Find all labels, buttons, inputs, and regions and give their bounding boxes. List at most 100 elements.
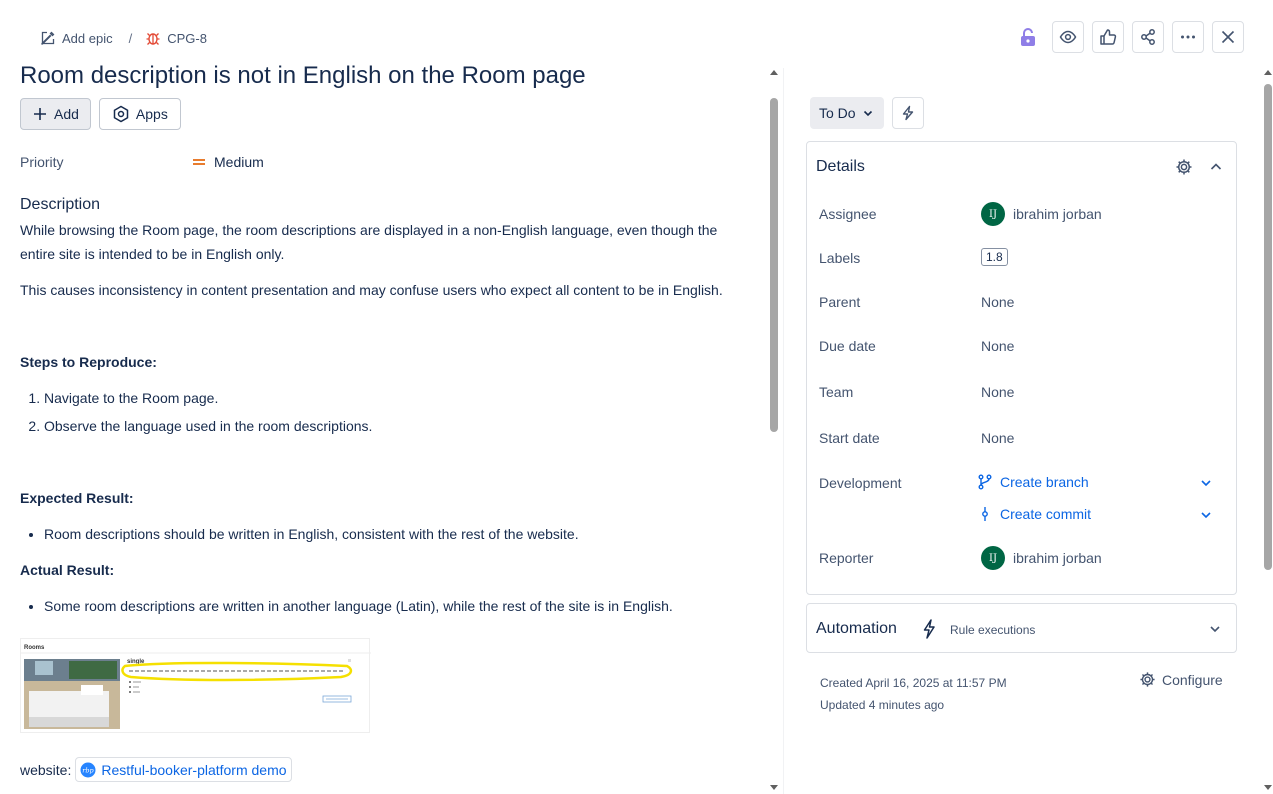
description-section[interactable]: Description While browsing the Room page… (20, 196, 740, 618)
configure-label: Configure (1162, 671, 1223, 688)
website-line: website: rbp Restful-booker-platform dem… (20, 757, 292, 782)
sidebar-scrollbar[interactable] (1262, 68, 1273, 792)
branch-chevron-down-icon[interactable] (1199, 476, 1213, 490)
scrollbar-thumb[interactable] (1264, 84, 1272, 570)
expected-heading: Expected Result: (20, 490, 134, 506)
thumbs-up-icon (1099, 28, 1117, 46)
lightning-icon (900, 105, 916, 121)
chevron-up-icon[interactable] (1207, 158, 1225, 176)
parent-label: Parent (819, 294, 861, 310)
status-value: To Do (819, 105, 856, 121)
reporter-name: ibrahim jorban (1013, 550, 1102, 566)
gear-icon (1139, 671, 1156, 688)
assignee-name: ibrahim jorban (1013, 206, 1102, 222)
created-timestamp: Created April 16, 2025 at 11:57 PM (820, 676, 1007, 690)
issue-title[interactable]: Room description is not in English on th… (20, 62, 586, 90)
scroll-up-icon[interactable] (1264, 70, 1272, 75)
commit-icon (978, 506, 992, 522)
automation-lightning-icon (921, 619, 937, 639)
actual-list: Some room descriptions are written in an… (20, 594, 740, 618)
list-item: Room descriptions should be written in E… (44, 522, 740, 546)
eye-icon (1059, 28, 1077, 46)
website-label: website: (20, 761, 72, 778)
website-link-text: Restful-booker-platform demo (101, 761, 287, 778)
apps-button[interactable]: Apps (98, 98, 181, 130)
breadcrumb: Add epic / CPG-8 (40, 28, 207, 48)
chevron-down-icon[interactable] (1207, 621, 1223, 637)
steps-list: Navigate to the Room page. Observe the l… (20, 386, 740, 438)
issue-key-link[interactable]: CPG-8 (145, 30, 207, 46)
due-date-value[interactable]: None (981, 338, 1014, 354)
configure-button[interactable]: Configure (1139, 671, 1223, 688)
share-button[interactable] (1132, 21, 1164, 53)
add-button[interactable]: Add (20, 98, 91, 130)
labels-label: Labels (819, 250, 861, 266)
add-button-label: Add (54, 106, 79, 122)
priority-field: Priority Medium (20, 154, 264, 170)
details-heading[interactable]: Details (816, 158, 865, 176)
rooms-title: Rooms (24, 645, 45, 651)
scroll-down-icon[interactable] (1264, 785, 1272, 790)
watch-button[interactable] (1052, 21, 1084, 53)
development-label: Development (819, 475, 902, 491)
due-date-label: Due date (819, 338, 876, 354)
scroll-down-icon[interactable] (770, 785, 778, 790)
avatar: IJ (981, 202, 1005, 226)
issue-meta: Created April 16, 2025 at 11:57 PM Updat… (820, 672, 1007, 716)
priority-medium-icon (192, 155, 206, 169)
website-smart-link[interactable]: rbp Restful-booker-platform demo (75, 757, 292, 782)
room-photo (24, 659, 120, 729)
description-heading: Description (20, 196, 101, 213)
start-date-label: Start date (819, 430, 880, 446)
description-paragraph-1: While browsing the Room page, the room d… (20, 222, 718, 262)
attachment-image[interactable]: Rooms single (20, 638, 371, 733)
more-actions-button[interactable] (1172, 21, 1204, 53)
labels-value[interactable]: 1.8 (981, 248, 1008, 266)
start-date-value[interactable]: None (981, 430, 1014, 446)
actions-button[interactable] (891, 97, 924, 129)
gear-icon[interactable] (1175, 158, 1193, 176)
issue-key: CPG-8 (167, 30, 207, 46)
close-button[interactable] (1212, 21, 1244, 53)
edit-icon (40, 30, 56, 46)
avatar: IJ (981, 546, 1005, 570)
share-icon (1139, 28, 1157, 46)
chevron-down-icon (861, 106, 875, 120)
reporter-value[interactable]: IJ ibrahim jorban (981, 546, 1102, 570)
description-paragraph-2: This causes inconsistency in content pre… (20, 282, 723, 298)
restrictions-button[interactable] (1012, 21, 1044, 53)
priority-value[interactable]: Medium (192, 154, 264, 170)
scroll-up-icon[interactable] (770, 70, 778, 75)
reporter-label: Reporter (819, 550, 874, 566)
parent-value[interactable]: None (981, 294, 1014, 310)
details-panel: Details Assignee IJ ibrahim jorban Label… (806, 141, 1237, 595)
create-commit-link[interactable]: Create commit (978, 506, 1091, 522)
automation-subtitle: Rule executions (950, 623, 1036, 637)
issue-view: Add epic / CPG-8 Room description is not… (0, 0, 1273, 794)
site-favicon-icon: rbp (80, 762, 96, 778)
status-row: To Do (810, 97, 924, 129)
issue-actions: Add Apps (20, 98, 181, 130)
assignee-value[interactable]: IJ ibrahim jorban (981, 202, 1102, 226)
expected-list: Room descriptions should be written in E… (20, 522, 740, 546)
create-branch-link[interactable]: Create branch (978, 474, 1089, 490)
add-epic-link[interactable]: Add epic (40, 30, 113, 46)
vote-button[interactable] (1092, 21, 1124, 53)
issue-toolbar (1012, 21, 1244, 53)
breadcrumb-separator: / (128, 30, 133, 46)
commit-chevron-down-icon[interactable] (1199, 508, 1213, 522)
close-icon (1219, 28, 1237, 46)
status-dropdown[interactable]: To Do (810, 97, 884, 129)
apps-button-label: Apps (135, 106, 168, 122)
main-scrollbar[interactable] (766, 68, 782, 792)
team-value[interactable]: None (981, 384, 1014, 400)
team-label: Team (819, 384, 854, 400)
label-tag[interactable]: 1.8 (981, 248, 1008, 266)
automation-panel[interactable]: Automation Rule executions (806, 603, 1237, 653)
updated-timestamp: Updated 4 minutes ago (820, 698, 945, 712)
priority-value-text: Medium (214, 154, 264, 170)
steps-heading: Steps to Reproduce: (20, 354, 157, 370)
branch-icon (978, 474, 992, 490)
scrollbar-thumb[interactable] (770, 98, 778, 432)
list-item: Navigate to the Room page. (44, 386, 740, 410)
